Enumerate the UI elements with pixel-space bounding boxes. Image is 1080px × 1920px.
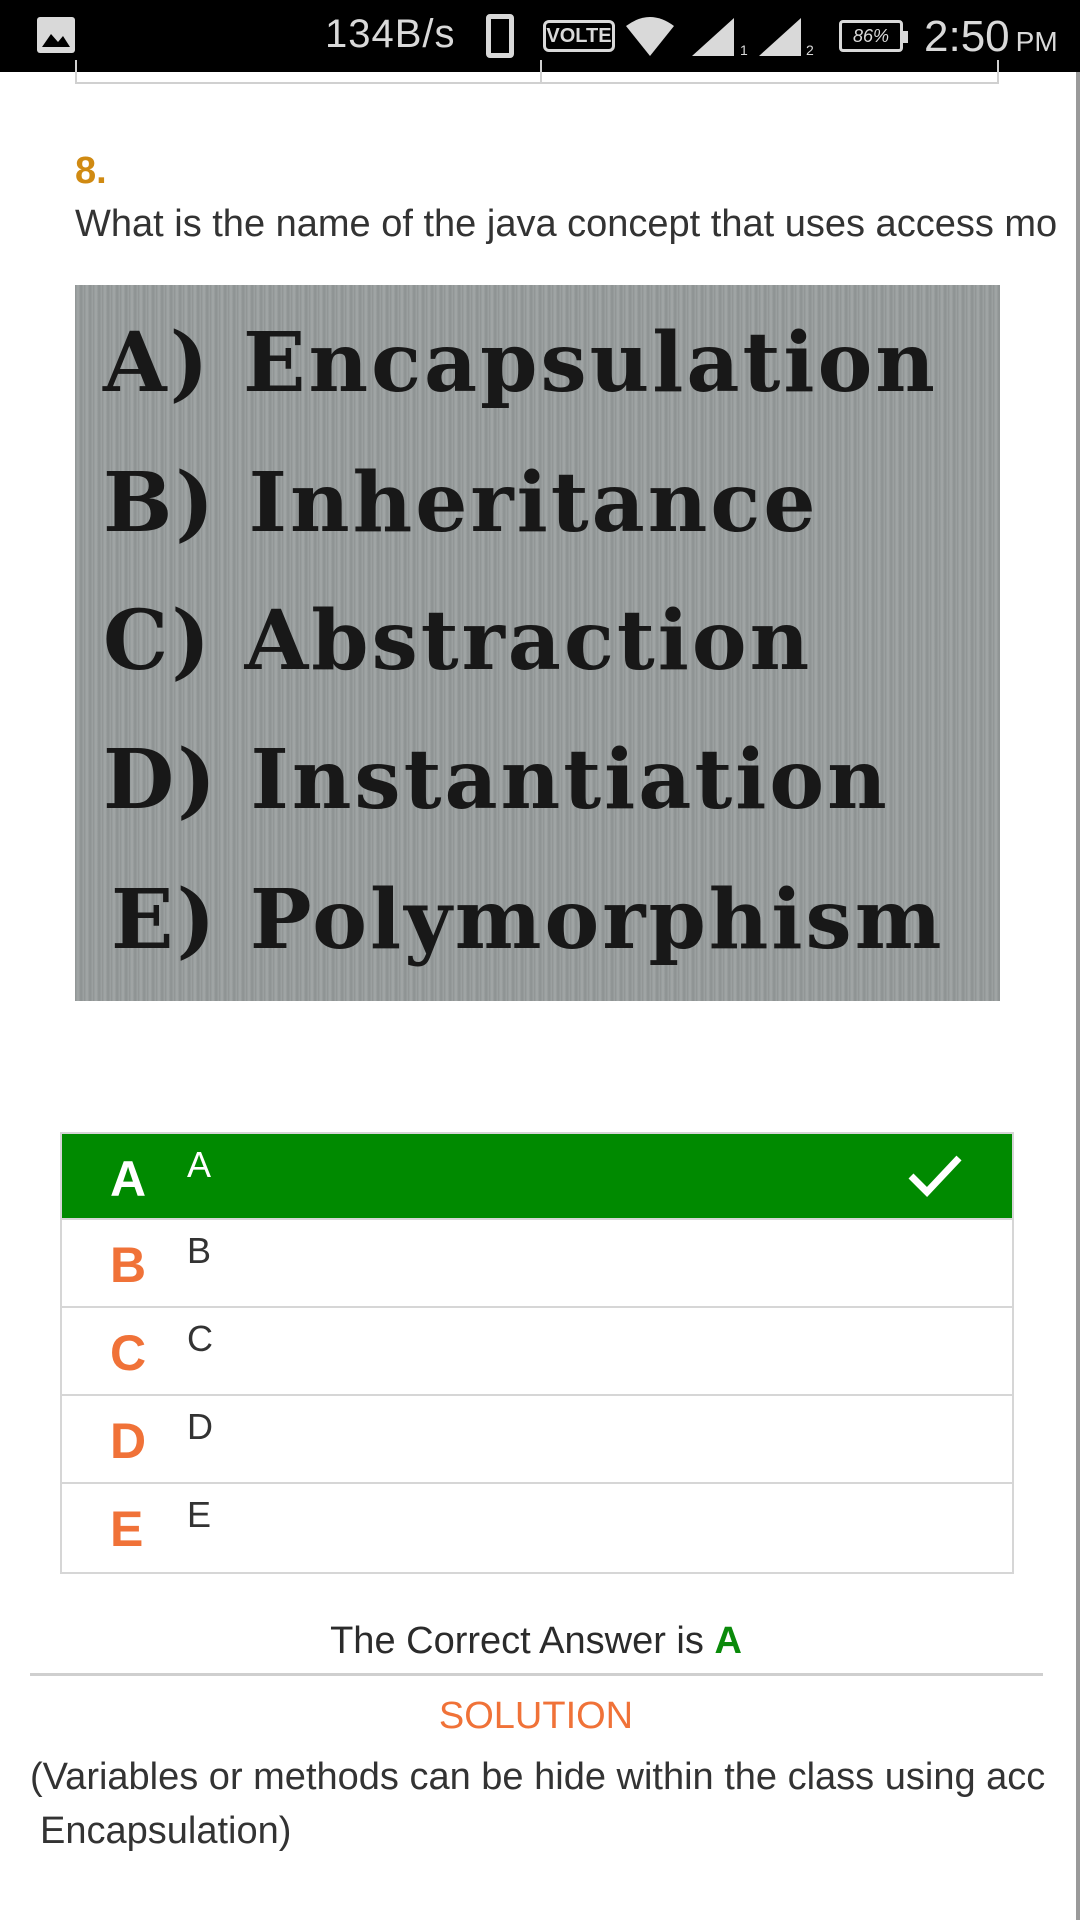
option-text: B — [187, 1230, 212, 1271]
image-option-b: B) Inheritance — [103, 455, 819, 551]
image-option-d: D) Instantiation — [103, 732, 890, 828]
clock: 2:50 PM — [924, 12, 1058, 62]
scroll-edge — [1076, 72, 1080, 1920]
correct-answer-label: The Correct Answer is — [330, 1620, 704, 1662]
image-option-a: A) Encapsulation — [103, 315, 938, 411]
signal-icon-sim1 — [690, 16, 736, 63]
question-text: What is the name of the java concept tha… — [75, 203, 1058, 245]
table-divider — [540, 60, 542, 82]
battery-icon: 86% — [839, 20, 908, 52]
solution-heading: SOLUTION — [438, 1695, 634, 1737]
option-letter: C — [110, 1325, 147, 1381]
divider — [30, 1673, 1043, 1676]
checkmark-icon — [908, 1155, 962, 1198]
option-d[interactable]: D D — [62, 1396, 1012, 1484]
network-speed: 134B/s — [325, 12, 456, 56]
clock-time: 2:50 — [924, 12, 1010, 61]
option-text: C — [187, 1318, 213, 1359]
option-c[interactable]: C C — [62, 1308, 1012, 1396]
option-letter: B — [110, 1237, 147, 1293]
gallery-notification-icon — [36, 16, 76, 54]
option-text: A — [187, 1144, 212, 1185]
solution-line-2: Encapsulation) — [40, 1810, 292, 1852]
correct-answer-line: The Correct Answer is A — [0, 1620, 1072, 1663]
previous-question-table-edge — [75, 60, 999, 84]
sim2-label: 2 — [806, 42, 814, 58]
option-text: D — [187, 1406, 213, 1447]
option-e[interactable]: E E — [62, 1484, 1012, 1572]
option-letter: E — [110, 1501, 144, 1557]
answer-options: A A B B C C D D E E — [60, 1132, 1014, 1574]
wifi-icon — [624, 14, 676, 63]
option-a[interactable]: A A — [62, 1134, 1012, 1220]
option-b[interactable]: B B — [62, 1220, 1012, 1308]
image-option-c: C) Abstraction — [103, 593, 813, 689]
solution-text: (Variables or methods can be hide within… — [30, 1750, 1080, 1858]
option-text: E — [187, 1494, 212, 1535]
clock-ampm: PM — [1015, 26, 1058, 57]
solution-line-1: (Variables or methods can be hide within… — [30, 1756, 1046, 1798]
question-image: A) Encapsulation B) Inheritance C) Abstr… — [75, 285, 1000, 1001]
correct-answer-value: A — [714, 1620, 742, 1662]
question-number: 8. — [75, 150, 107, 192]
option-letter: A — [110, 1151, 147, 1207]
volte-badge: VOLTE — [543, 20, 615, 52]
option-letter: D — [110, 1413, 147, 1469]
signal-icon-sim2 — [757, 16, 803, 63]
phone-icon — [486, 14, 514, 58]
image-option-e: E) Polymorphism — [111, 872, 945, 968]
sim1-label: 1 — [740, 42, 748, 58]
